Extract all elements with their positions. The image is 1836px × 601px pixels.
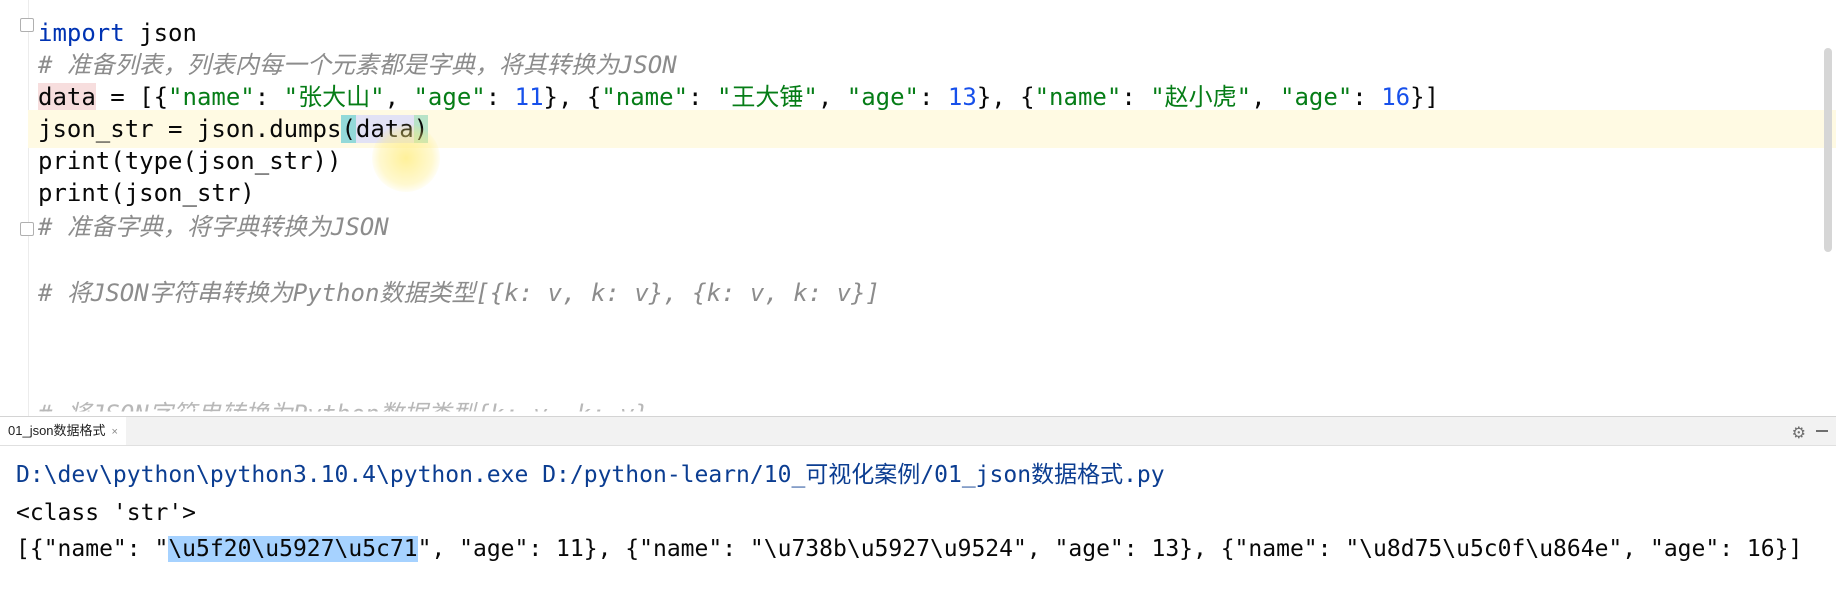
run-tool-window: 01_json数据格式 × ⚙ D:\dev\python\python3.10.… (0, 416, 1836, 601)
fold-marker-icon[interactable] (20, 222, 34, 236)
code-token: : (485, 83, 515, 111)
fold-marker-icon[interactable] (20, 18, 34, 32)
editor-vertical-scrollbar[interactable] (1824, 48, 1832, 252)
code-editor[interactable]: import json # 准备列表，列表内每一个元素都是字典，将其转换为JSO… (0, 0, 1836, 416)
string-token: "age" (1280, 83, 1353, 111)
console-output-line-3: [{"name": "\u5f20\u5927\u5c71", "age": 1… (16, 531, 1802, 567)
number-token: 16 (1381, 83, 1411, 111)
console-output-line-2: <class 'str'> (16, 500, 197, 526)
string-token: "张大山" (283, 83, 385, 111)
code-token: , (1251, 83, 1281, 111)
code-token: json_str = json.dumps (38, 115, 342, 143)
code-token: : (1352, 83, 1382, 111)
console-text: [{"name": " (16, 536, 169, 562)
code-token: , (817, 83, 847, 111)
string-token: "age" (846, 83, 919, 111)
code-token: : (688, 83, 717, 111)
code-token: : (254, 83, 284, 111)
code-token: }, { (976, 83, 1035, 111)
number-token: 13 (947, 83, 977, 111)
string-token: "name" (168, 83, 255, 111)
close-icon[interactable]: × (112, 426, 118, 438)
code-line-9-comment[interactable]: # 将JSON字符串转换为Python数据类型[{k: v, k: v}, {k… (38, 274, 880, 312)
minimize-icon[interactable] (1816, 430, 1828, 432)
code-token: }] (1410, 83, 1439, 111)
string-token: "age" (413, 83, 486, 111)
editor-gutter[interactable] (0, 0, 29, 416)
number-token: 11 (514, 83, 544, 111)
code-area[interactable]: import json # 准备列表，列表内每一个元素都是字典，将其转换为JSO… (28, 0, 1836, 416)
console-command-line: D:\dev\python\python3.10.4\python.exe D:… (16, 462, 1165, 488)
code-token: : (919, 83, 948, 111)
code-token: , (384, 83, 414, 111)
code-token: }, { (543, 83, 602, 111)
gear-icon[interactable]: ⚙ (1792, 423, 1806, 442)
selected-text[interactable]: \u5f20\u5927\u5c71 (168, 536, 418, 562)
variable-data: data (38, 83, 96, 111)
code-token: = [{ (95, 83, 169, 111)
keyword-import: import (38, 19, 125, 47)
run-tab-json[interactable]: 01_json数据格式 × (0, 417, 126, 445)
console-text: ", "age": 11}, {"name": "\u738b\u5927\u9… (417, 536, 1803, 562)
code-token: : (1121, 83, 1151, 111)
string-token: "赵小虎" (1150, 83, 1252, 111)
string-token: "name" (1034, 83, 1122, 111)
string-token: "王大锤" (716, 83, 818, 111)
run-tab-label: 01_json数据格式 (8, 423, 106, 438)
matched-paren-open: ( (341, 115, 356, 143)
run-tab-bar: 01_json数据格式 × ⚙ (0, 417, 1836, 446)
code-line-6[interactable]: print(json_str) (38, 174, 255, 212)
mouse-cursor-highlight-icon (372, 124, 440, 192)
code-line-7-comment[interactable]: # 准备字典，将字典转换为JSON (38, 208, 389, 246)
module-name: json (124, 19, 197, 47)
string-token: "name" (601, 83, 689, 111)
